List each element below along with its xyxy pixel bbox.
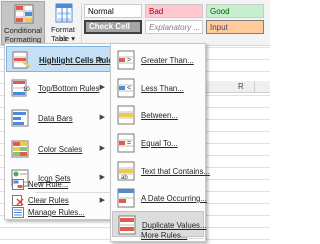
submenu-item-equal-to[interactable]: = Equal To...	[112, 130, 204, 156]
style-input[interactable]: Input	[206, 20, 264, 34]
ribbon-separator	[81, 3, 82, 43]
svg-text:=: =	[127, 140, 131, 147]
menu-item-manage-rules[interactable]: Manage Rules...	[6, 205, 111, 220]
between-icon	[117, 105, 135, 125]
style-explanatory[interactable]: Explanatory ...	[145, 20, 203, 34]
menu-item-data-bars[interactable]: Data Bars ▶	[6, 105, 111, 131]
style-normal[interactable]: Normal	[84, 4, 142, 18]
submenu-item-date-occurring[interactable]: A Date Occurring...	[112, 185, 207, 211]
less-than-icon: <	[117, 78, 135, 98]
column-header-row: R	[203, 81, 270, 93]
format-as-table-icon	[55, 3, 73, 23]
submenu-arrow-icon: ▶	[99, 145, 105, 152]
ribbon: Conditional Formatting ▾ Format as Table…	[0, 0, 270, 53]
date-occurring-icon	[117, 188, 135, 208]
style-good[interactable]: Good	[206, 4, 264, 18]
svg-text:<: <	[127, 85, 131, 92]
top-bottom-icon: 10	[11, 79, 30, 97]
submenu-arrow-icon: ▶	[98, 56, 104, 63]
submenu-item-label: A Date Occurring...	[141, 194, 207, 203]
column-header-r[interactable]: R	[238, 82, 244, 91]
submenu-item-label: Less Than...	[141, 84, 184, 93]
menu-item-highlight-cells-rules[interactable]: Highlight Cells Rules ▶	[6, 46, 117, 72]
submenu-item-less-than[interactable]: < Less Than...	[112, 75, 204, 101]
menu-item-label: Top/Bottom Rules	[38, 84, 100, 93]
submenu-item-label: Between...	[141, 111, 178, 120]
style-bad[interactable]: Bad	[145, 4, 203, 18]
conditional-formatting-menu: Highlight Cells Rules ▶ 10 Top/Bottom Ru…	[4, 43, 117, 220]
menu-item-top-bottom-rules[interactable]: 10 Top/Bottom Rules ▶	[6, 75, 111, 101]
menu-item-label: Data Bars	[38, 114, 73, 123]
column-divider	[254, 81, 255, 93]
submenu-arrow-icon: ▶	[99, 197, 105, 204]
submenu-item-label: Text that Contains...	[141, 167, 210, 176]
submenu-item-between[interactable]: Between...	[112, 102, 204, 128]
manage-rules-icon	[12, 207, 24, 218]
highlight-cells-submenu: > Greater Than... < Less Than... Between…	[110, 43, 210, 242]
submenu-arrow-icon: ▶	[99, 84, 105, 91]
submenu-arrow-icon: ▶	[99, 114, 105, 121]
menu-item-label: Highlight Cells Rules	[39, 56, 117, 65]
menu-item-label: New Rule...	[28, 180, 69, 189]
menu-item-new-rule[interactable]: New Rule...	[6, 177, 111, 192]
conditional-formatting-button[interactable]: Conditional Formatting ▾	[1, 1, 45, 53]
greater-than-icon: >	[117, 50, 135, 70]
conditional-formatting-label: Conditional	[4, 26, 42, 35]
data-bars-icon	[11, 109, 29, 127]
style-check-cell[interactable]: Check Cell	[84, 20, 142, 34]
format-as-table-label-2: Table ▾	[50, 34, 76, 43]
submenu-item-label: Greater Than...	[141, 56, 194, 65]
submenu-item-label: Equal To...	[141, 139, 178, 148]
menu-item-label: Manage Rules...	[28, 208, 85, 217]
equal-to-icon: =	[117, 133, 135, 153]
submenu-item-greater-than[interactable]: > Greater Than...	[112, 47, 204, 73]
submenu-item-label: More Rules...	[141, 231, 188, 240]
svg-text:10: 10	[23, 87, 30, 93]
menu-item-label: Color Scales	[38, 145, 83, 154]
svg-text:ab: ab	[121, 175, 128, 181]
text-contains-icon: ab	[117, 161, 135, 181]
menu-item-color-scales[interactable]: Color Scales ▶	[6, 136, 111, 162]
submenu-item-more-rules[interactable]: More Rules...	[112, 229, 204, 241]
new-rule-icon	[12, 179, 24, 190]
highlight-cells-icon	[12, 51, 31, 69]
color-scales-icon	[11, 140, 29, 158]
submenu-item-text-contains[interactable]: ab Text that Contains...	[112, 158, 210, 184]
format-as-table-button[interactable]: Format as Table ▾	[47, 1, 79, 45]
svg-text:>: >	[127, 57, 131, 64]
conditional-formatting-icon	[14, 4, 34, 24]
menu-item-label: Clear Rules	[28, 196, 69, 205]
